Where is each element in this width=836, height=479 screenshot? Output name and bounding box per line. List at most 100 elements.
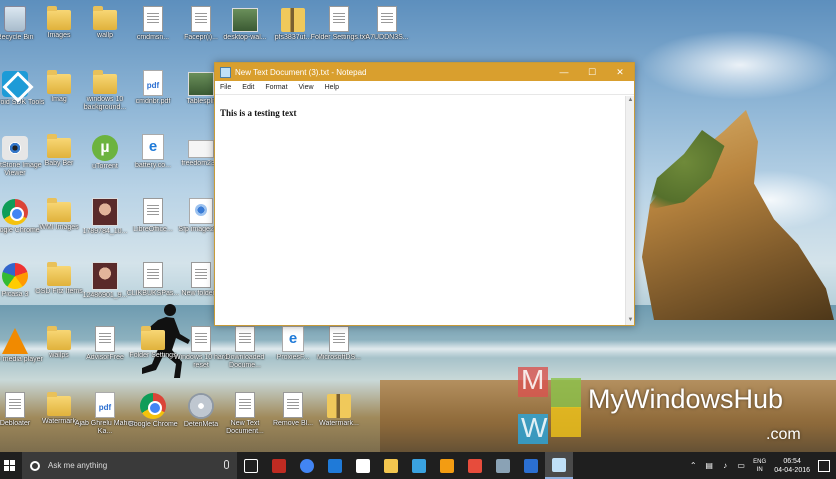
folder-icon	[47, 198, 71, 222]
desktop-icon-label: A7UDDN3S...	[365, 34, 409, 41]
search-placeholder: Ask me anything	[48, 461, 108, 470]
taskbar-windows-app-button[interactable]	[489, 452, 517, 479]
vlc-icon	[2, 328, 28, 354]
doc-icon	[191, 262, 211, 288]
chrome-icon	[300, 458, 314, 473]
desktop-icon-label: Watermark...	[319, 420, 359, 427]
doc-icon	[143, 198, 163, 224]
desktop-icon[interactable]: Watermark...	[308, 390, 370, 450]
watermark-suffix: .com	[766, 426, 801, 443]
text-editor-area[interactable]: This is a testing text	[215, 96, 625, 325]
doc-icon	[191, 326, 211, 352]
battery-icon[interactable]: ▭	[735, 460, 747, 472]
disc-icon	[188, 393, 214, 419]
photo-icon	[188, 72, 214, 96]
taskbar-word-app-button[interactable]	[517, 452, 545, 479]
taskbar-notepad-button[interactable]	[545, 452, 573, 479]
edge-icon: e	[282, 326, 304, 352]
document-text[interactable]: This is a testing text	[220, 108, 620, 118]
windows-logo-icon	[3, 460, 15, 471]
photo-icon	[232, 8, 258, 32]
taskbar-task-view-button[interactable]	[237, 452, 265, 479]
close-button[interactable]: ✕	[606, 63, 634, 81]
watermark-letter-m: M	[521, 364, 545, 395]
zip-icon	[327, 394, 351, 418]
taskbar-store-button[interactable]	[349, 452, 377, 479]
menu-format[interactable]: Format	[260, 84, 293, 91]
vertical-scrollbar[interactable]: ▲ ▼	[625, 96, 634, 325]
menu-edit[interactable]: Edit	[237, 84, 260, 91]
chrome-icon	[2, 199, 28, 225]
taskbar-filezilla-button[interactable]	[265, 452, 293, 479]
menu-bar: File Edit Format View Help	[215, 81, 634, 95]
notepad-icon	[220, 66, 231, 78]
face-icon	[92, 262, 118, 290]
windows-app-icon	[496, 458, 510, 473]
utorrent-icon: µ	[92, 135, 118, 161]
doc-icon	[329, 326, 349, 352]
zip-icon	[281, 8, 305, 32]
taskbar: Ask me anything ⌃ ▤ ♪ ▭ ENG IN 06:54 04-…	[0, 452, 836, 479]
menu-view[interactable]: View	[294, 84, 320, 91]
sdk-icon	[2, 71, 28, 97]
chrome-icon	[140, 393, 166, 419]
clock-time: 06:54	[783, 457, 801, 465]
taskbar-file-explorer-button[interactable]	[377, 452, 405, 479]
photos-icon	[412, 458, 426, 473]
notepad-icon	[552, 457, 566, 472]
doc-icon	[283, 392, 303, 418]
folder-icon	[47, 6, 71, 30]
taskbar-picasa-button[interactable]	[433, 452, 461, 479]
window-title: New Text Document (3).txt - Notepad	[235, 67, 367, 77]
store-icon	[356, 458, 370, 473]
picasa-icon	[2, 263, 28, 289]
show-hidden-icons-icon[interactable]: ⌃	[687, 460, 699, 472]
doc-icon	[95, 326, 115, 352]
cortana-icon	[30, 460, 40, 471]
language-code: ENG	[753, 458, 767, 465]
setup-icon	[189, 198, 213, 224]
pdf-icon: pdf	[143, 70, 163, 96]
desktop-icon[interactable]: MicrosoftDS...	[308, 324, 370, 384]
search-box[interactable]: Ask me anything	[22, 452, 237, 479]
edge-icon	[328, 458, 342, 473]
taskbar-edge-button[interactable]	[321, 452, 349, 479]
menu-help[interactable]: Help	[320, 84, 345, 91]
scroll-up-icon[interactable]: ▲	[626, 96, 635, 105]
folder-icon	[47, 70, 71, 94]
window-controls: — ☐ ✕	[550, 63, 634, 81]
clock[interactable]: 06:54 04-04-2016	[774, 457, 810, 475]
folder-icon	[93, 70, 117, 94]
watermark-tile-yellow	[551, 407, 581, 437]
microphone-icon[interactable]	[224, 460, 229, 469]
minimize-button[interactable]: —	[550, 63, 578, 81]
system-tray: ⌃ ▤ ♪ ▭ ENG IN 06:54 04-04-2016	[685, 452, 836, 479]
watermark-text: MyWindowsHub	[588, 384, 784, 414]
doc-icon	[329, 6, 349, 32]
word-app-icon	[524, 458, 538, 473]
taskbar-photos-button[interactable]	[405, 452, 433, 479]
clock-date: 04-04-2016	[774, 466, 810, 474]
edge-icon: e	[142, 134, 164, 160]
watermark-letter-w: W	[521, 412, 548, 443]
language-indicator[interactable]: ENG IN	[753, 458, 766, 474]
start-button[interactable]	[0, 452, 18, 479]
volume-icon[interactable]: ♪	[719, 460, 731, 472]
folder-icon	[47, 392, 71, 416]
region-code: IN	[756, 466, 763, 473]
doc-icon	[377, 6, 397, 32]
wallpaper-cloud	[640, 30, 836, 100]
menu-file[interactable]: File	[215, 84, 237, 91]
taskbar-faststone-button[interactable]	[461, 452, 489, 479]
recycle-icon	[4, 6, 26, 32]
faststone-icon	[468, 458, 482, 473]
taskbar-chrome-button[interactable]	[293, 452, 321, 479]
notepad-window[interactable]: New Text Document (3).txt - Notepad — ☐ …	[214, 62, 635, 326]
action-center-icon[interactable]	[818, 459, 830, 472]
desktop-icon[interactable]: A7UDDN3S...	[356, 4, 418, 64]
picasa-icon	[440, 458, 454, 473]
notepad-titlebar[interactable]: New Text Document (3).txt - Notepad — ☐ …	[215, 63, 634, 81]
network-icon[interactable]: ▤	[703, 460, 715, 472]
maximize-button[interactable]: ☐	[578, 63, 606, 81]
scroll-down-icon[interactable]: ▼	[626, 316, 635, 325]
